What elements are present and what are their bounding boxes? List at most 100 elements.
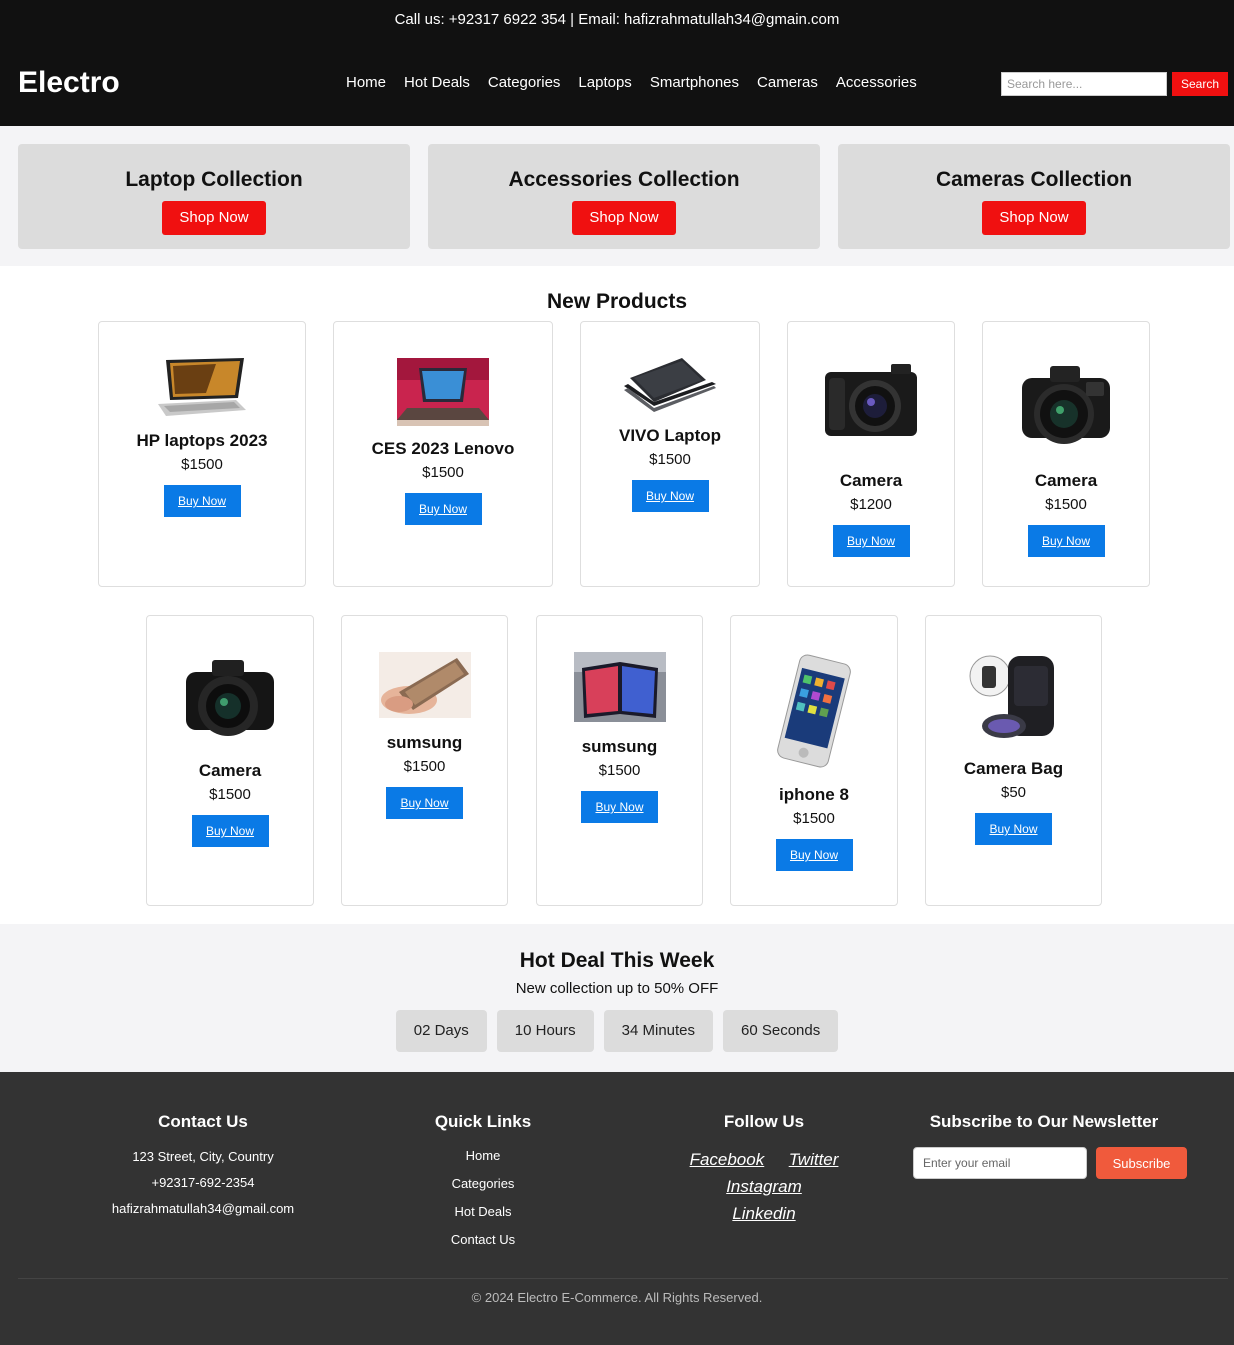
newsletter-title: Subscribe to Our Newsletter	[929, 1112, 1159, 1131]
collection-title: Laptop Collection	[125, 168, 303, 191]
footer-link-categories[interactable]: Categories	[408, 1170, 558, 1198]
product-price: $1500	[793, 810, 835, 827]
nav-cameras[interactable]: Cameras	[757, 73, 818, 93]
newsletter-email-input[interactable]	[913, 1147, 1087, 1179]
product-name: sumsung	[386, 733, 463, 752]
footer-contact: Contact Us 123 Street, City, Country +92…	[88, 1112, 318, 1222]
subscribe-button[interactable]: Subscribe	[1096, 1147, 1187, 1179]
nav-accessories[interactable]: Accessories	[836, 73, 917, 93]
product-card: Camera $1500 Buy Now	[982, 321, 1150, 587]
countdown-minutes: 34 Minutes	[603, 1010, 714, 1052]
topbar: Call us: +92317 6922 354 | Email: hafizr…	[0, 0, 1234, 40]
tablet-image	[573, 652, 666, 722]
phone-image	[777, 654, 851, 768]
camera-image	[1022, 366, 1110, 444]
social-links: Facebook Twitter Instagram Linkedin	[634, 1146, 894, 1227]
bag-image	[969, 655, 1054, 738]
nav-smartphones[interactable]: Smartphones	[650, 73, 739, 93]
instagram-link[interactable]: Instagram	[726, 1177, 802, 1196]
collection-card-laptop: Laptop Collection Shop Now	[18, 144, 410, 249]
camera-image	[186, 660, 274, 736]
topbar-contact-text: Call us: +92317 6922 354 | Email: hafizr…	[394, 11, 840, 28]
countdown-hours: 10 Hours	[496, 1010, 594, 1052]
facebook-link[interactable]: Facebook	[690, 1150, 765, 1169]
product-card: sumsung $1500 Buy Now	[536, 615, 703, 906]
footer-contact-title: Contact Us	[158, 1112, 248, 1131]
search-button[interactable]: Search	[1172, 72, 1228, 96]
product-name: sumsung	[581, 737, 658, 756]
product-price: $1500	[209, 786, 251, 803]
collection-title: Accessories Collection	[508, 168, 740, 191]
countdown-seconds: 60 Seconds	[723, 1010, 839, 1052]
buy-now-button[interactable]: Buy Now	[404, 493, 482, 525]
footer-divider	[18, 1278, 1228, 1279]
search-input[interactable]	[1001, 72, 1167, 96]
twitter-link[interactable]: Twitter	[789, 1150, 839, 1169]
nav-laptops[interactable]: Laptops	[578, 73, 631, 93]
product-card: HP laptops 2023 $1500 Buy Now	[98, 321, 306, 587]
buy-now-button[interactable]: Buy Now	[581, 791, 658, 823]
countdown: 02 Days 10 Hours 34 Minutes 60 Seconds	[0, 1010, 1234, 1052]
buy-now-button[interactable]: Buy Now	[832, 525, 910, 557]
product-name: Camera	[839, 471, 903, 490]
buy-now-button[interactable]: Buy Now	[1027, 525, 1105, 557]
product-card: iphone 8 $1500 Buy Now	[730, 615, 898, 906]
buy-now-button[interactable]: Buy Now	[163, 485, 241, 517]
product-name: Camera	[198, 761, 262, 780]
buy-now-button[interactable]: Buy Now	[191, 815, 269, 847]
nav-hot-deals[interactable]: Hot Deals	[404, 73, 470, 93]
buy-now-button[interactable]: Buy Now	[386, 787, 463, 819]
product-price: $1500	[422, 464, 464, 481]
collections-banner: Laptop Collection Shop Now Accessories C…	[0, 126, 1234, 266]
product-card: Camera $1200 Buy Now	[787, 321, 955, 587]
buy-now-button[interactable]: Buy Now	[775, 839, 853, 871]
product-name: HP laptops 2023	[136, 431, 268, 450]
footer-quick-links: Quick Links Home Categories Hot Deals Co…	[408, 1112, 558, 1254]
footer-link-hot-deals[interactable]: Hot Deals	[408, 1198, 558, 1226]
product-price: $1500	[181, 456, 223, 473]
footer-address: 123 Street, City, Country	[132, 1149, 274, 1164]
product-price: $50	[1000, 784, 1027, 801]
copyright: © 2024 Electro E-Commerce. All Rights Re…	[471, 1290, 763, 1305]
product-price: $1500	[649, 451, 691, 468]
logo[interactable]: Electro	[18, 66, 120, 100]
shop-now-button[interactable]: Shop Now	[572, 201, 676, 235]
collection-card-accessories: Accessories Collection Shop Now	[428, 144, 820, 249]
product-card: Camera Bag $50 Buy Now	[925, 615, 1102, 906]
footer-follow: Follow Us Facebook Twitter Instagram Lin…	[634, 1112, 894, 1227]
footer-follow-title: Follow Us	[723, 1112, 805, 1131]
footer-link-contact-us[interactable]: Contact Us	[408, 1226, 558, 1254]
linkedin-link[interactable]: Linkedin	[732, 1204, 795, 1223]
product-card: sumsung $1500 Buy Now	[341, 615, 508, 906]
countdown-days: 02 Days	[395, 1010, 487, 1052]
footer-newsletter: Subscribe to Our Newsletter	[914, 1112, 1174, 1132]
nav-home[interactable]: Home	[346, 73, 386, 93]
product-price: $1500	[598, 762, 641, 779]
collection-card-cameras: Cameras Collection Shop Now	[838, 144, 1230, 249]
product-price: $1500	[1045, 496, 1087, 513]
footer-phone: +92317-692-2354	[151, 1175, 255, 1190]
main-nav: Home Hot Deals Categories Laptops Smartp…	[346, 73, 935, 93]
product-name: VIVO Laptop	[619, 426, 721, 445]
footer-link-home[interactable]: Home	[408, 1142, 558, 1170]
header: Electro Home Hot Deals Categories Laptop…	[0, 40, 1234, 126]
product-name: Camera Bag	[963, 759, 1064, 778]
phone-image	[378, 652, 471, 718]
nav-categories[interactable]: Categories	[488, 73, 561, 93]
laptop-image	[158, 358, 246, 416]
buy-now-button[interactable]: Buy Now	[631, 480, 709, 512]
footer-email: hafizrahmatullah34@gmail.com	[111, 1201, 295, 1216]
camera-image	[825, 364, 917, 436]
product-name: iphone 8	[779, 785, 849, 804]
shop-now-button[interactable]: Shop Now	[162, 201, 266, 235]
product-card: CES 2023 Lenovo $1500 Buy Now	[333, 321, 553, 587]
product-name: Camera	[1034, 471, 1098, 490]
shop-now-button[interactable]: Shop Now	[982, 201, 1086, 235]
hot-deal-title: Hot Deal This Week	[519, 949, 715, 972]
product-price: $1500	[403, 758, 446, 775]
product-name: CES 2023 Lenovo	[371, 439, 515, 458]
laptop-image	[624, 358, 716, 412]
product-price: $1200	[850, 496, 892, 513]
buy-now-button[interactable]: Buy Now	[975, 813, 1052, 845]
product-card: Camera $1500 Buy Now	[146, 615, 314, 906]
